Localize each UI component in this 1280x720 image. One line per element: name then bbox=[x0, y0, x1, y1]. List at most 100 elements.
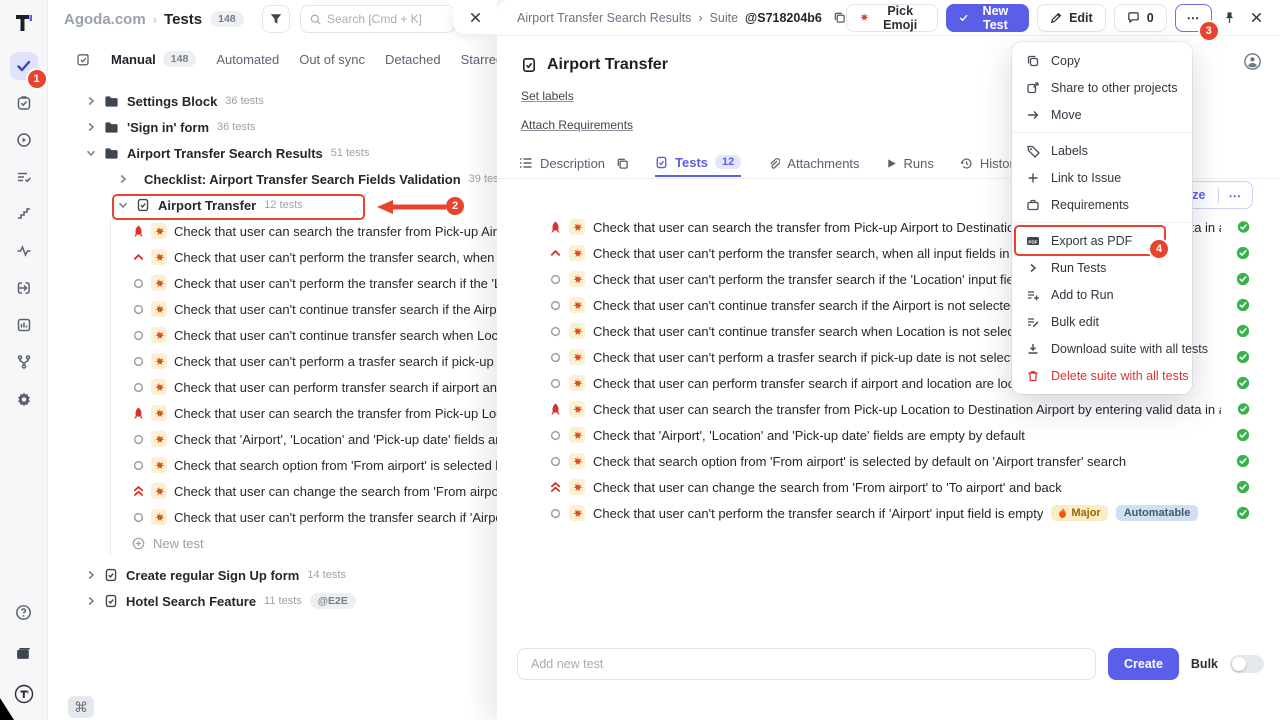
menu-item-move[interactable]: Move bbox=[1012, 101, 1192, 128]
tree-item[interactable]: Settings Block36 tests bbox=[48, 88, 497, 114]
breadcrumb-project[interactable]: Agoda.com bbox=[64, 11, 146, 28]
tree-test-item[interactable]: Check that user can search the transfer … bbox=[48, 400, 497, 426]
tree-test-item[interactable]: Check that 'Airport', 'Location' and 'Pi… bbox=[48, 426, 497, 452]
passed-check-icon bbox=[1236, 246, 1250, 260]
command-key-icon: ⌘ bbox=[68, 696, 94, 718]
collision-emoji-icon bbox=[151, 353, 167, 369]
tree-test-item[interactable]: Check that user can't perform the transf… bbox=[48, 270, 497, 296]
passed-check-icon bbox=[1236, 506, 1250, 520]
sidebar-branch-icon[interactable] bbox=[10, 348, 38, 376]
sidebar-tests-icon[interactable]: 1 bbox=[10, 52, 38, 80]
create-button[interactable]: Create bbox=[1108, 648, 1179, 680]
breadcrumb-section[interactable]: Tests bbox=[164, 11, 202, 28]
chevron-right-icon[interactable] bbox=[86, 122, 96, 132]
test-row[interactable]: Check that user can change the search fr… bbox=[497, 474, 1280, 500]
plus-icon bbox=[1026, 171, 1040, 185]
menu-item-delete-suite-with-all-tests[interactable]: Delete suite with all tests bbox=[1012, 362, 1192, 389]
chevron-right-icon[interactable] bbox=[118, 174, 128, 184]
menu-item-add-to-run[interactable]: Add to Run bbox=[1012, 281, 1192, 308]
tree-test-item[interactable]: Check that user can't continue transfer … bbox=[48, 322, 497, 348]
menu-item-share-to-other-projects[interactable]: Share to other projects bbox=[1012, 74, 1192, 101]
search-box[interactable] bbox=[300, 5, 455, 33]
chevron-right-icon[interactable] bbox=[86, 96, 96, 106]
tree-item[interactable]: Airport Transfer Search Results51 tests bbox=[48, 140, 497, 166]
test-row[interactable]: Check that user can search the transfer … bbox=[497, 396, 1280, 422]
tree-test-item[interactable]: Check that user can search the transfer … bbox=[48, 218, 497, 244]
suite-breadcrumb-section[interactable]: Airport Transfer Search Results bbox=[517, 11, 691, 25]
sidebar-play-circle-icon[interactable] bbox=[10, 126, 38, 154]
pin-button[interactable] bbox=[1220, 6, 1239, 30]
menu-item-requirements[interactable]: Requirements bbox=[1012, 191, 1192, 218]
new-test-button[interactable]: New Test bbox=[946, 4, 1030, 32]
menu-item-run-tests[interactable]: Run Tests bbox=[1012, 254, 1192, 281]
suite-doc-icon bbox=[104, 568, 118, 582]
passed-check-icon bbox=[1236, 454, 1250, 468]
sidebar-clipboard-check-icon[interactable] bbox=[10, 89, 38, 117]
assignee-avatar-icon[interactable] bbox=[1244, 53, 1261, 70]
copy-suite-id-icon[interactable] bbox=[833, 11, 846, 24]
tree-test-item[interactable]: Check that user can't continue transfer … bbox=[48, 296, 497, 322]
menu-item-link-to-issue[interactable]: Link to Issue bbox=[1012, 164, 1192, 191]
tree-test-item[interactable]: Check that user can perform transfer sea… bbox=[48, 374, 497, 400]
tab-tests[interactable]: Tests 12 bbox=[655, 149, 741, 177]
close-panel-button[interactable] bbox=[1247, 6, 1266, 30]
tree-item[interactable]: Create regular Sign Up form14 tests bbox=[48, 562, 497, 588]
bulk-toggle[interactable] bbox=[1230, 655, 1264, 673]
tree-item[interactable]: Checklist: Airport Transfer Search Field… bbox=[48, 166, 497, 192]
edit-button[interactable]: Edit bbox=[1037, 4, 1106, 32]
copy-description-icon[interactable] bbox=[616, 157, 629, 170]
filter-tab-starred[interactable]: Starred bbox=[461, 52, 497, 67]
summarize-more-button[interactable]: ⋯ bbox=[1218, 188, 1253, 203]
search-input[interactable] bbox=[327, 12, 445, 26]
priority-normal-icon bbox=[549, 430, 561, 441]
tree-test-item[interactable]: Check that user can't perform a trasfer … bbox=[48, 348, 497, 374]
sidebar-settings-gear-icon[interactable] bbox=[10, 385, 38, 413]
test-row[interactable]: Check that user can't perform the transf… bbox=[497, 500, 1280, 526]
tree-test-item[interactable]: Check that user can't perform the transf… bbox=[48, 504, 497, 530]
tree-item[interactable]: 'Sign in' form36 tests bbox=[48, 114, 497, 140]
tree-test-item[interactable]: Check that user can change the search fr… bbox=[48, 478, 497, 504]
filter-tab-detached[interactable]: Detached bbox=[385, 52, 441, 67]
chevron-right-icon[interactable] bbox=[86, 596, 96, 606]
sidebar-steps-icon[interactable] bbox=[10, 200, 38, 228]
sidebar-list-check-icon[interactable] bbox=[10, 163, 38, 191]
app-sidebar: 1 bbox=[0, 0, 48, 720]
filter-button[interactable] bbox=[262, 5, 290, 33]
tree-test-item[interactable]: Check that user can't perform the transf… bbox=[48, 244, 497, 270]
test-row[interactable]: Check that 'Airport', 'Location' and 'Pi… bbox=[497, 422, 1280, 448]
sidebar-activity-icon[interactable] bbox=[10, 237, 38, 265]
filter-tab-out-of-sync[interactable]: Out of sync bbox=[299, 52, 365, 67]
set-labels-link[interactable]: Set labels bbox=[521, 89, 574, 103]
tree-test-item[interactable]: Check that search option from 'From airp… bbox=[48, 452, 497, 478]
collision-emoji-icon bbox=[151, 275, 167, 291]
menu-item-bulk-edit[interactable]: Bulk edit bbox=[1012, 308, 1192, 335]
tab-runs[interactable]: Runs bbox=[886, 149, 934, 177]
more-actions-button[interactable]: ⋯ 3 bbox=[1175, 4, 1213, 32]
filter-tab-automated[interactable]: Automated bbox=[216, 52, 279, 67]
pick-emoji-button[interactable]: Pick Emoji bbox=[846, 4, 938, 32]
test-row[interactable]: Check that search option from 'From airp… bbox=[497, 448, 1280, 474]
tree-item[interactable]: Hotel Search Feature11 tests@E2E bbox=[48, 588, 497, 614]
manage-filters-icon[interactable] bbox=[76, 52, 91, 67]
menu-item-copy[interactable]: Copy bbox=[1012, 47, 1192, 74]
app-logo-icon[interactable] bbox=[11, 10, 37, 36]
new-test-button[interactable]: New test bbox=[48, 530, 497, 556]
menu-item-export-as-pdf[interactable]: PDFExport as PDF4 bbox=[1012, 227, 1192, 254]
filter-tab-manual[interactable]: Manual148 bbox=[111, 51, 196, 67]
attach-requirements-link[interactable]: Attach Requirements bbox=[521, 118, 633, 132]
tab-attachments[interactable]: Attachments bbox=[767, 149, 859, 177]
collision-emoji-icon bbox=[151, 405, 167, 421]
tab-description[interactable]: Description bbox=[519, 149, 629, 177]
sidebar-library-icon[interactable] bbox=[10, 639, 38, 667]
chevron-down-icon[interactable] bbox=[118, 200, 128, 210]
menu-item-download-suite-with-all-tests[interactable]: Download suite with all tests bbox=[1012, 335, 1192, 362]
comments-button[interactable]: 0 bbox=[1114, 4, 1167, 32]
menu-item-labels[interactable]: Labels bbox=[1012, 137, 1192, 164]
chevron-right-icon[interactable] bbox=[86, 570, 96, 580]
add-test-input[interactable] bbox=[517, 648, 1096, 680]
sidebar-import-icon[interactable] bbox=[10, 274, 38, 302]
panel-close-tab[interactable] bbox=[453, 0, 497, 34]
chevron-down-icon[interactable] bbox=[86, 148, 96, 158]
sidebar-help-icon[interactable] bbox=[10, 598, 38, 626]
sidebar-reports-chart-icon[interactable] bbox=[10, 311, 38, 339]
